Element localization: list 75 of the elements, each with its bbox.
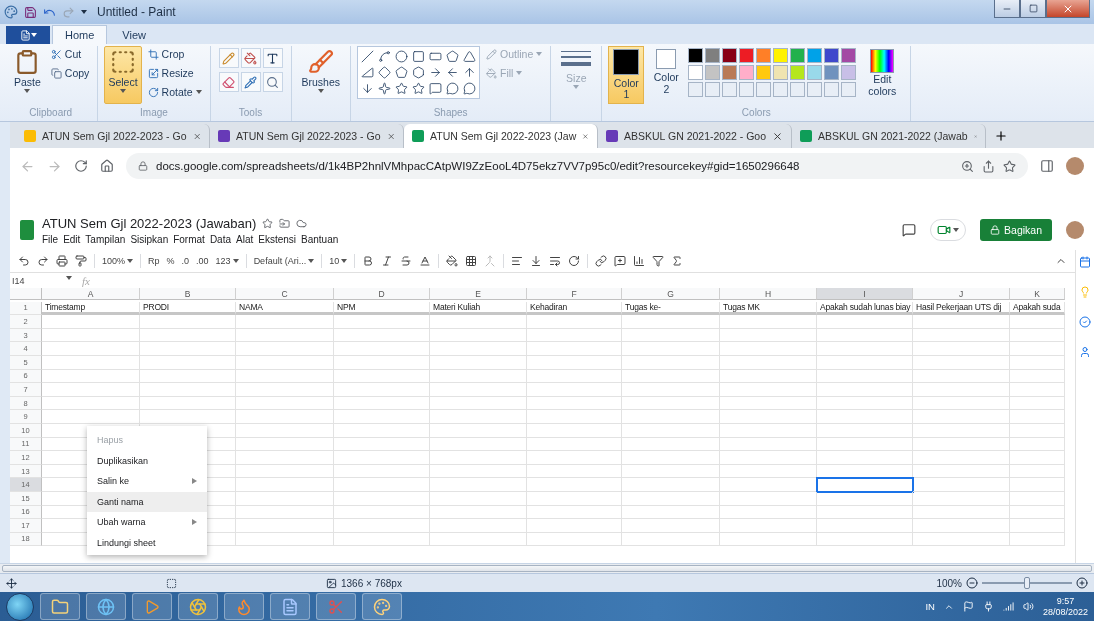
- decrease-decimal-button[interactable]: .0: [181, 256, 190, 266]
- color-slot-button[interactable]: Color 2: [648, 46, 685, 104]
- menu-item[interactable]: Tampilan: [85, 233, 126, 245]
- column-header[interactable]: D: [334, 288, 430, 300]
- menu-item[interactable]: Duplikasikan: [87, 450, 207, 471]
- browser-tab[interactable]: ATUN Sem Gjl 2022-2023 (Jaw: [404, 124, 598, 148]
- ribbon-tab[interactable]: Home: [52, 25, 108, 44]
- crop-button[interactable]: Crop: [145, 46, 204, 62]
- column-header[interactable]: G: [622, 288, 720, 300]
- menu-item[interactable]: Data: [209, 233, 231, 245]
- paste-button[interactable]: Paste: [10, 46, 45, 104]
- column-header[interactable]: F: [527, 288, 622, 300]
- zoom-dropdown[interactable]: 100%: [102, 256, 134, 266]
- color-slot-button[interactable]: Color 1: [608, 46, 645, 104]
- table-cell[interactable]: Tugas ke-: [622, 301, 720, 316]
- currency-button[interactable]: Rp: [148, 256, 160, 266]
- menu-item[interactable]: Sisipkan: [130, 233, 169, 245]
- table-cell[interactable]: Timestamp: [42, 301, 140, 316]
- cut-button[interactable]: Cut: [48, 46, 92, 62]
- table-cell[interactable]: Hasil Pekerjaan UTS dij: [913, 301, 1010, 316]
- group-label: Image: [139, 107, 169, 120]
- color-slot-label: Color 2: [653, 72, 679, 96]
- rotate-button[interactable]: Rotate: [145, 84, 204, 100]
- table-cell[interactable]: NAMA: [236, 301, 334, 316]
- clock[interactable]: 9:57 28/08/2022: [1042, 595, 1088, 618]
- menu-item[interactable]: File: [42, 233, 59, 245]
- table-cell[interactable]: PRODI: [140, 301, 236, 316]
- table-cell[interactable]: Apakah suda: [1010, 301, 1065, 316]
- select-button[interactable]: Select: [104, 46, 142, 104]
- menu-item[interactable]: Edit: [63, 233, 81, 245]
- ribbon-tab[interactable]: View: [109, 25, 159, 44]
- table-cell[interactable]: NPM: [334, 301, 430, 316]
- increase-decimal-button[interactable]: .00: [196, 256, 209, 266]
- zoom-level: 100%: [936, 577, 962, 589]
- column-header[interactable]: J: [913, 288, 1010, 300]
- group-label: Colors: [740, 107, 772, 120]
- column-header[interactable]: B: [140, 288, 236, 300]
- language-indicator[interactable]: IN: [925, 601, 935, 612]
- menu-item[interactable]: Salin ke: [87, 471, 207, 492]
- column-header[interactable]: A: [42, 288, 140, 300]
- menu-item[interactable]: Format: [173, 233, 205, 245]
- menu-item[interactable]: Lindungi sheet: [87, 532, 207, 553]
- font-size-dropdown[interactable]: 10: [329, 256, 348, 266]
- table-cell[interactable]: Kehadiran: [527, 301, 622, 316]
- column-header[interactable]: K: [1010, 288, 1065, 300]
- group-label: Tools: [237, 107, 264, 120]
- group-label: Shapes: [432, 107, 469, 120]
- menu-item[interactable]: Alat: [236, 233, 254, 245]
- image-dimensions: 1366 × 768px: [341, 577, 402, 589]
- resize-button[interactable]: Resize: [145, 65, 204, 81]
- edit-colors-button[interactable]: Edit colors: [860, 46, 905, 104]
- table-cell[interactable]: Tugas MK: [720, 301, 817, 316]
- color-slot-label: Color 1: [613, 77, 639, 101]
- column-header[interactable]: C: [236, 288, 334, 300]
- menu-item[interactable]: Ubah warna: [87, 512, 207, 533]
- menu-item[interactable]: Ganti nama: [87, 491, 207, 512]
- menu-item[interactable]: Bantuan: [301, 233, 339, 245]
- group-label: Clipboard: [28, 107, 74, 120]
- column-header[interactable]: I: [817, 288, 913, 300]
- table-cell[interactable]: Materi Kuliah: [430, 301, 527, 316]
- font-dropdown[interactable]: Default (Ari...: [253, 256, 315, 266]
- column-header[interactable]: E: [430, 288, 527, 300]
- number-format-dropdown[interactable]: 123: [215, 256, 239, 266]
- formula-label: fx: [82, 274, 90, 287]
- menu-item[interactable]: Ekstensi: [258, 233, 297, 245]
- document-title[interactable]: ATUN Sem Gjl 2022-2023 (Jawaban): [42, 215, 257, 231]
- address-bar[interactable]: docs.google.com/spreadsheets/d/1k4BP2hnlVMhpacCAtpWI9ZzEooL4D75ekz7VV7p95c0/edit?resourcekey#gid=1650296648: [126, 153, 1028, 179]
- name-box[interactable]: I14: [10, 275, 72, 286]
- table-cell[interactable]: Apakah sudah lunas biay: [817, 301, 913, 316]
- window-title: Untitled - Paint: [97, 5, 176, 19]
- copy-button[interactable]: Copy: [48, 65, 92, 81]
- brushes-button[interactable]: Brushes: [297, 46, 345, 104]
- share-button[interactable]: Bagikan: [980, 219, 1052, 241]
- percent-button[interactable]: %: [166, 256, 175, 266]
- column-header[interactable]: H: [720, 288, 817, 300]
